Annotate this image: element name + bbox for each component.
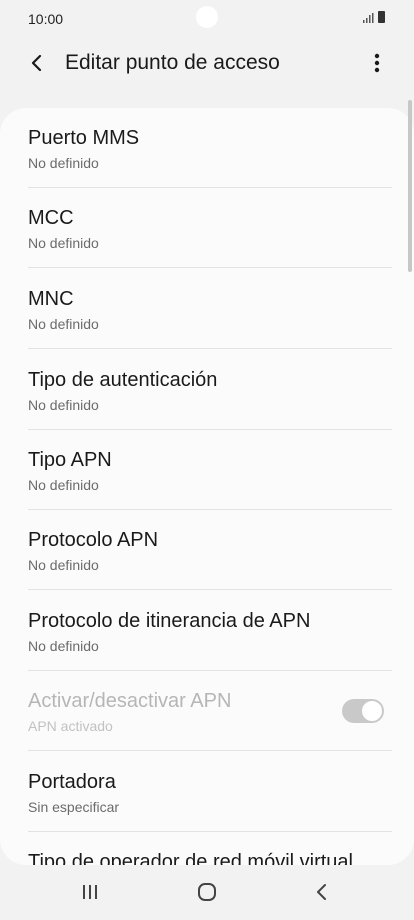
back-icon	[317, 884, 326, 900]
setting-mnc[interactable]: MNC No definido	[0, 269, 414, 349]
setting-title: Protocolo de itinerancia de APN	[28, 610, 311, 632]
setting-title: Activar/desactivar APN	[28, 690, 232, 712]
scrollbar[interactable]	[408, 100, 412, 272]
setting-title: MNC	[28, 288, 74, 310]
setting-value: No definido	[28, 397, 99, 413]
nav-back-button[interactable]	[307, 879, 337, 905]
setting-value: No definido	[28, 155, 99, 171]
setting-apn-protocol[interactable]: Protocolo APN No definido	[0, 510, 414, 590]
setting-apn-enable[interactable]: Activar/desactivar APN APN activado	[0, 671, 414, 751]
navigation-bar	[0, 865, 414, 920]
setting-title: Tipo APN	[28, 449, 112, 471]
toggle-knob	[361, 700, 383, 722]
setting-value: Sin especificar	[28, 799, 120, 815]
setting-title: Tipo de operador de red móvil virtual	[28, 851, 353, 865]
setting-value: APN activado	[28, 718, 113, 734]
signal-icon	[363, 13, 374, 23]
setting-value: No definido	[28, 477, 99, 493]
setting-bearer[interactable]: Portadora Sin especificar	[0, 752, 414, 832]
page-title: Editar punto de acceso	[65, 51, 280, 74]
setting-title: Tipo de autenticación	[28, 369, 218, 391]
setting-mvno-type[interactable]: Tipo de operador de red móvil virtual	[0, 832, 414, 865]
settings-list: Puerto MMS No definido MCC No definido M…	[0, 108, 414, 865]
divider	[28, 348, 392, 349]
home-button[interactable]	[192, 879, 222, 905]
setting-apn-roaming-protocol[interactable]: Protocolo de itinerancia de APN No defin…	[0, 591, 414, 671]
apn-enable-toggle[interactable]	[342, 699, 384, 723]
divider	[28, 589, 392, 590]
setting-title: Puerto MMS	[28, 127, 140, 149]
setting-title: Protocolo APN	[28, 529, 159, 551]
setting-title: Portadora	[28, 771, 116, 793]
setting-value: No definido	[28, 638, 99, 654]
more-vert-icon	[374, 53, 380, 73]
setting-title: MCC	[28, 207, 74, 229]
setting-auth-type[interactable]: Tipo de autenticación No definido	[0, 350, 414, 430]
divider	[28, 750, 392, 751]
setting-mms-port[interactable]: Puerto MMS No definido	[0, 108, 414, 188]
status-time: 10:00	[28, 11, 64, 27]
setting-value: No definido	[28, 316, 99, 332]
setting-value: No definido	[28, 235, 99, 251]
status-bar: 10:00	[0, 0, 414, 38]
recent-apps-button[interactable]	[75, 879, 105, 905]
battery-icon	[378, 11, 385, 23]
recent-apps-icon	[83, 885, 97, 899]
setting-mcc[interactable]: MCC No definido	[0, 188, 414, 268]
divider	[28, 267, 392, 268]
home-icon	[198, 883, 216, 901]
app-bar: Editar punto de acceso	[0, 38, 414, 90]
setting-apn-type[interactable]: Tipo APN No definido	[0, 430, 414, 510]
more-options-button[interactable]	[362, 48, 392, 78]
setting-value: No definido	[28, 557, 99, 573]
chevron-left-icon	[31, 54, 42, 72]
camera-cutout	[196, 6, 218, 28]
back-button[interactable]	[22, 48, 52, 78]
